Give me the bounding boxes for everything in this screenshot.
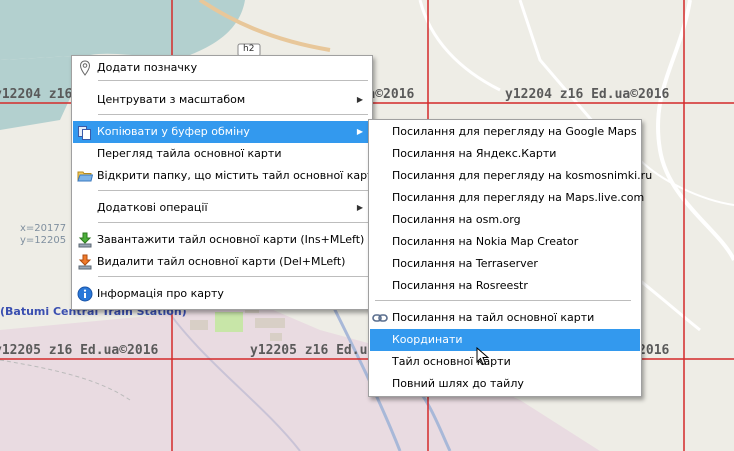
link-icon <box>372 314 388 322</box>
submenu-item-rosreestr[interactable]: Посилання на Rosreestr <box>370 275 640 297</box>
mouse-cursor-icon <box>476 347 490 366</box>
submenu-item-label: Посилання на Rosreestr <box>392 279 528 292</box>
menu-item-label: Завантажити тайл основної карти (Ins+MLe… <box>97 233 365 246</box>
submenu-item-label: Посилання на тайл основної карти <box>392 311 595 324</box>
submenu-item-google-maps[interactable]: Посилання для перегляду на Google Maps <box>370 121 640 143</box>
submenu-item-yandex-maps[interactable]: Посилання на Яндекс.Карти <box>370 143 640 165</box>
submenu-item-label: Посилання для перегляду на Maps.live.com <box>392 191 645 204</box>
submenu-item-label: Посилання на Яндекс.Карти <box>392 147 557 160</box>
download-icon <box>78 232 92 248</box>
submenu-item-label: Координати <box>392 333 463 346</box>
menu-item-download-tile[interactable]: Завантажити тайл основної карти (Ins+MLe… <box>73 229 371 251</box>
road-shield-label: h2 <box>243 44 255 54</box>
menu-item-center-zoom[interactable]: Центрувати з масштабом ▶ <box>73 89 371 111</box>
pin-icon <box>79 60 91 76</box>
menu-item-label: Додати позначку <box>97 61 198 74</box>
submenu-item-label: Тайл основної карти <box>392 355 511 368</box>
coord-y-text: y=12205 <box>20 235 67 246</box>
menu-item-additional-operations[interactable]: Додаткові операції ▶ <box>73 197 371 219</box>
context-menu: Додати позначку Центрувати з масштабом ▶… <box>71 55 381 310</box>
submenu-item-label: Посилання на Terraserver <box>392 257 538 270</box>
menu-item-label: Перегляд тайла основної карти <box>97 147 282 160</box>
menu-separator <box>375 300 631 301</box>
menu-item-label: Копіювати у буфер обміну <box>97 125 250 138</box>
submenu-item-terraserver[interactable]: Посилання на Terraserver <box>370 253 640 275</box>
menu-item-map-info[interactable]: Інформація про карту <box>73 283 371 305</box>
menu-item-label: Видалити тайл основної карти (Del+MLeft) <box>97 255 346 268</box>
submenu-item-label: Повний шлях до тайлу <box>392 377 524 390</box>
submenu-arrow-icon: ▶ <box>356 127 363 136</box>
submenu-item-tile-link[interactable]: Посилання на тайл основної карти <box>370 307 640 329</box>
menu-item-label: Інформація про карту <box>97 287 224 300</box>
menu-separator <box>98 114 368 115</box>
info-icon <box>77 286 93 302</box>
clipboard-submenu: Посилання для перегляду на Google Maps П… <box>368 119 652 397</box>
menu-item-delete-tile[interactable]: Видалити тайл основної карти (Del+MLeft) <box>73 251 371 273</box>
tile-label: y12205 z16 Ed.ua©2016 <box>0 343 159 358</box>
menu-item-copy-to-clipboard[interactable]: Копіювати у буфер обміну ▶ <box>73 121 371 143</box>
clipboard-icon <box>78 126 91 140</box>
delete-icon <box>78 254 92 270</box>
menu-item-label: Додаткові операції <box>97 201 208 214</box>
menu-item-view-tile[interactable]: Перегляд тайла основної карти <box>73 143 371 165</box>
menu-separator <box>98 276 368 277</box>
submenu-item-label: Посилання на Nokia Map Creator <box>392 235 579 248</box>
submenu-item-label: Посилання на osm.org <box>392 213 521 226</box>
submenu-item-kosmosnimki[interactable]: Посилання для перегляду на kosmosnimki.r… <box>370 165 652 187</box>
submenu-item-maps-live[interactable]: Посилання для перегляду на Maps.live.com <box>370 187 644 209</box>
menu-item-label: Центрувати з масштабом <box>97 93 246 106</box>
submenu-item-coordinates[interactable]: Координати <box>370 329 640 351</box>
coord-x-text: x=20177 <box>20 223 67 234</box>
menu-separator <box>98 80 368 81</box>
submenu-item-label: Посилання для перегляду на kosmosnimki.r… <box>392 169 653 182</box>
menu-separator <box>98 190 368 191</box>
submenu-item-main-map-tile[interactable]: Тайл основної карти <box>370 351 640 373</box>
submenu-arrow-icon: ▶ <box>356 203 363 212</box>
submenu-item-label: Посилання для перегляду на Google Maps <box>392 125 637 138</box>
menu-separator <box>98 222 368 223</box>
menu-item-label: Відкрити папку, що містить тайл основної… <box>97 169 381 182</box>
submenu-item-osm[interactable]: Посилання на osm.org <box>370 209 640 231</box>
menu-item-add-marker[interactable]: Додати позначку <box>73 57 371 79</box>
menu-item-open-folder[interactable]: Відкрити папку, що містить тайл основної… <box>73 165 381 187</box>
folder-icon <box>77 171 93 182</box>
submenu-item-nokia-map-creator[interactable]: Посилання на Nokia Map Creator <box>370 231 640 253</box>
submenu-item-full-tile-path[interactable]: Повний шлях до тайлу <box>370 373 640 395</box>
tile-label: y12204 z16 Ed.ua©2016 <box>505 87 670 102</box>
submenu-arrow-icon: ▶ <box>356 95 363 104</box>
